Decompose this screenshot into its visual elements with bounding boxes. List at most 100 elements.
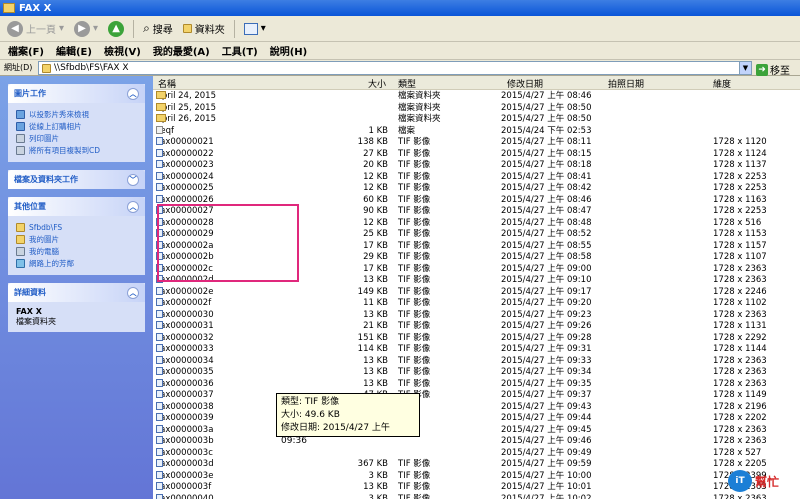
file-row[interactable]: April 25, 2015 檔案資料夾 2015/4/27 上午 08:50: [153, 102, 800, 114]
file-row[interactable]: Fax00000025 12 KB TIF 影像 2015/4/27 上午 08:42…: [153, 183, 800, 194]
collapse-icon[interactable]: ︿: [127, 87, 139, 100]
file-modified-text: 2015/4/27 上午 09:43: [501, 401, 592, 412]
task-slideshow[interactable]: 以投影片秀來檢視: [16, 108, 139, 120]
file-type-text: TIF 影像: [398, 298, 431, 308]
collapse-icon[interactable]: ︿: [127, 286, 139, 299]
file-row[interactable]: Fax00000036 13 KB TIF 影像 2015/4/27 上午 09:35…: [153, 378, 800, 390]
file-row[interactable]: seqf 1 KB 檔案 2015/4/24 下午 02:53: [153, 125, 800, 137]
file-dimensions-text: 1728 x 1157: [713, 240, 767, 251]
column-header-size[interactable]: 大小: [368, 77, 386, 90]
menu-file[interactable]: 檔案(F): [8, 43, 44, 58]
file-row[interactable]: Fax00000022 27 KB TIF 影像 2015/4/27 上午 08:15…: [153, 148, 800, 160]
file-row[interactable]: Fax00000031 21 KB TIF 影像 2015/4/27 上午 09:26…: [153, 321, 800, 332]
file-modified: 2015/4/27 上午 09:20: [501, 298, 591, 309]
search-button[interactable]: ⌕ 搜尋: [140, 18, 176, 40]
file-row[interactable]: Fax00000032 151 KB TIF 影像 2015/4/27 上午 09:2…: [153, 332, 800, 344]
file-name: Fax0000003a: [156, 424, 213, 436]
file-type-text: TIF 影像: [398, 482, 431, 492]
file-type: TIF 影像: [398, 482, 430, 493]
place-my-computer[interactable]: 我的電腦: [16, 245, 139, 257]
back-button[interactable]: ◀ 上一頁 ▾: [4, 18, 67, 40]
task-label: 列印圖片: [29, 133, 59, 143]
column-header-dimensions[interactable]: 維度: [713, 77, 731, 90]
file-name-text: Fax00000030: [156, 309, 214, 320]
file-type-text: TIF 影像: [398, 332, 431, 343]
task-copy-cd[interactable]: 將所有項目複製到CD: [16, 144, 139, 156]
file-row[interactable]: Fax00000035 13 KB TIF 影像 2015/4/27 上午 09:34…: [153, 367, 800, 378]
column-header-name[interactable]: 名稱: [158, 77, 176, 90]
go-button[interactable]: ➜ 移至: [756, 62, 790, 77]
search-icon: ⌕: [143, 21, 150, 35]
menu-favorites[interactable]: 我的最愛(A): [153, 43, 210, 58]
file-modified: 2015/4/27 上午 08:58: [501, 252, 591, 263]
menu-help[interactable]: 說明(H): [270, 43, 308, 58]
file-modified: 2015/4/27 上午 09:59: [501, 459, 591, 470]
file-modified-text: 2015/4/27 上午 09:49: [501, 447, 592, 458]
file-row[interactable]: Fax00000034 13 KB TIF 影像 2015/4/27 上午 09:33…: [153, 355, 800, 367]
expand-icon[interactable]: ﹀: [127, 173, 139, 186]
menu-edit[interactable]: 編輯(E): [56, 43, 92, 58]
file-row[interactable]: Fax0000003d 367 KB TIF 影像 2015/4/27 上午 09:5…: [153, 459, 800, 470]
file-row[interactable]: Fax0000002e 149 KB TIF 影像 2015/4/27 上午 09:1…: [153, 286, 800, 298]
forward-button[interactable]: ▶ ▾: [71, 18, 101, 40]
file-row[interactable]: Fax00000023 20 KB TIF 影像 2015/4/27 上午 08:18…: [153, 160, 800, 171]
folders-button[interactable]: 資料夾: [180, 18, 228, 40]
menu-view[interactable]: 檢視(V): [104, 43, 141, 58]
file-row[interactable]: April 26, 2015 檔案資料夾 2015/4/27 上午 08:50: [153, 114, 800, 125]
task-print[interactable]: 列印圖片: [16, 132, 139, 144]
file-name: Fax00000032: [156, 332, 214, 344]
file-modified-text: 2015/4/27 上午 08:48: [501, 217, 592, 228]
file-modified: 2015/4/27 上午 09:28: [501, 333, 591, 344]
file-type-text: TIF 影像: [398, 286, 431, 297]
file-dimensions: 1728 x 2363: [713, 275, 767, 286]
file-row[interactable]: Fax00000038 2015/4/27 上午 09:43 1728 x 2196: [153, 401, 800, 413]
place-my-pictures[interactable]: 我的圖片: [16, 233, 139, 245]
place-network[interactable]: 網路上的芳鄰: [16, 257, 139, 269]
file-row[interactable]: Fax00000021 138 KB TIF 影像 2015/4/27 上午 08:1…: [153, 137, 800, 148]
panel-header[interactable]: 圖片工作 ︿: [8, 84, 145, 103]
file-name-text: Fax00000033: [156, 344, 214, 354]
file-dimensions: 1728 x 1153: [713, 229, 767, 240]
file-name-text: Fax00000031: [156, 321, 214, 331]
file-dimensions: 1728 x 1107: [713, 252, 767, 263]
file-size-text: 17 KB: [363, 263, 388, 274]
file-name: April 24, 2015: [156, 91, 216, 102]
up-folder-button[interactable]: ▲: [105, 18, 127, 40]
file-row[interactable]: Fax0000003747 KBTIF 影像2015/4/27 上午 09:37…: [153, 390, 800, 401]
file-row[interactable]: Fax00000024 12 KB TIF 影像 2015/4/27 上午 08:41…: [153, 171, 800, 183]
chevron-down-icon[interactable]: ▼: [739, 62, 751, 74]
file-modified-text: 2015/4/27 上午 09:33: [501, 355, 592, 366]
panel-header[interactable]: 其他位置 ︿: [8, 197, 145, 216]
file-row[interactable]: Fax0000002f 11 KB TIF 影像 2015/4/27 上午 09:20…: [153, 298, 800, 309]
collapse-icon[interactable]: ︿: [127, 200, 139, 213]
file-size-text: 60 KB: [363, 194, 388, 205]
panel-header[interactable]: 詳細資料 ︿: [8, 283, 145, 302]
file-modified-text: 2015/4/27 上午 08:11: [501, 137, 592, 147]
column-header-modified[interactable]: 修改日期: [507, 77, 543, 90]
file-row[interactable]: Fax00000030 13 KB TIF 影像 2015/4/27 上午 09:23…: [153, 309, 800, 321]
chevron-down-icon: ▾: [260, 23, 266, 34]
file-row[interactable]: Fax0000003b 2015/4/27 上午 09:46 1728 x 2363: [153, 436, 800, 447]
file-dimensions: 1728 x 2202: [713, 413, 767, 424]
panel-header[interactable]: 檔案及資料夾工作 ﹀: [8, 170, 145, 189]
file-row[interactable]: Fax0000003f 13 KB TIF 影像 2015/4/27 上午 10:01…: [153, 482, 800, 493]
file-name: Fax00000021: [156, 137, 214, 148]
place-share[interactable]: Sfbdb\FS: [16, 221, 139, 233]
address-input[interactable]: \\Sfbdb\FS\FAX X ▼: [38, 61, 752, 75]
file-row[interactable]: Fax0000003e 3 KB TIF 影像 2015/4/27 上午 10:00 1…: [153, 470, 800, 482]
column-header-date-taken[interactable]: 拍照日期: [608, 77, 644, 90]
file-name: Fax0000003c: [156, 447, 213, 459]
file-row[interactable]: Fax00000040 3 KB TIF 影像 2015/4/27 上午 10:02 1…: [153, 493, 800, 499]
task-order-prints[interactable]: 從線上訂購相片: [16, 120, 139, 132]
file-name: Fax00000025: [156, 183, 214, 194]
column-header-type[interactable]: 類型: [398, 77, 416, 90]
views-button[interactable]: ▾: [241, 18, 269, 40]
file-row[interactable]: Fax00000039 2015/4/27 上午 09:44 1728 x 2202: [153, 413, 800, 424]
file-name-text: Fax00000023: [156, 160, 214, 170]
file-row[interactable]: Fax00000033 114 KB TIF 影像 2015/4/27 上午 09:3…: [153, 344, 800, 355]
file-modified: 2015/4/27 上午 09:31: [501, 344, 591, 355]
file-row[interactable]: Fax0000003a 2015/4/27 上午 09:45 1728 x 2363: [153, 424, 800, 436]
file-row[interactable]: April 24, 2015 檔案資料夾 2015/4/27 上午 08:46: [153, 91, 800, 102]
file-row[interactable]: Fax0000003c 2015/4/27 上午 09:49 1728 x 527: [153, 447, 800, 459]
menu-tools[interactable]: 工具(T): [222, 43, 258, 58]
